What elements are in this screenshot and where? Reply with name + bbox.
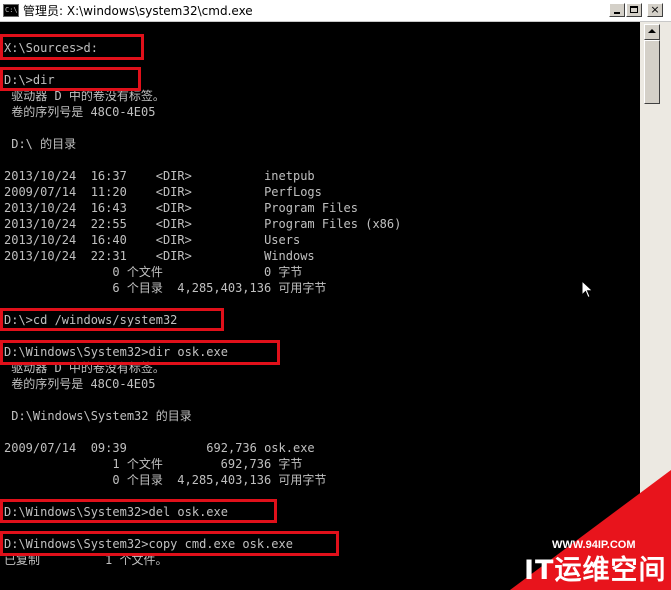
highlight-box: [0, 34, 144, 60]
watermark-brand: IT运维空间: [524, 555, 667, 586]
console-line: 2009/07/14 11:20 <DIR> PerfLogs: [4, 185, 322, 199]
console-line: 2013/10/24 22:55 <DIR> Program Files (x8…: [4, 217, 402, 231]
highlight-box: [0, 499, 277, 523]
close-icon: ×: [650, 3, 660, 16]
title-bar[interactable]: C:\ 管理员: X:\windows\system32\cmd.exe ×: [0, 0, 671, 22]
arrow-up-icon: [648, 29, 656, 33]
console-line: D:\ 的目录: [4, 137, 77, 151]
console-line: 0 个目录 4,285,403,136 可用字节: [4, 473, 327, 487]
highlight-box: [0, 531, 339, 556]
console-line: 2013/10/24 16:43 <DIR> Program Files: [4, 201, 359, 215]
console-line: 2013/10/24 16:40 <DIR> Users: [4, 233, 301, 247]
minimize-icon: [614, 12, 620, 14]
site-watermark: WWW.94IP.COM IT运维空间: [510, 470, 671, 590]
close-button[interactable]: ×: [647, 3, 663, 17]
scroll-thumb[interactable]: [644, 40, 660, 104]
console-line: 2009/07/14 09:39 692,736 osk.exe: [4, 441, 315, 455]
highlight-box: [0, 308, 224, 331]
mouse-pointer-icon: [581, 280, 594, 299]
scroll-up-button[interactable]: [644, 24, 660, 40]
console-line: 卷的序列号是 48C0-4E05: [4, 105, 156, 119]
console-line: 6 个目录 4,285,403,136 可用字节: [4, 281, 327, 295]
highlight-box: [0, 340, 280, 365]
minimize-button[interactable]: [609, 3, 625, 17]
console-line: 2013/10/24 22:31 <DIR> Windows: [4, 249, 315, 263]
highlight-box: [0, 67, 141, 91]
cmd-window: C:\ 管理员: X:\windows\system32\cmd.exe × X…: [0, 0, 671, 590]
maximize-icon: [630, 6, 638, 13]
window-title: 管理员: X:\windows\system32\cmd.exe: [23, 4, 253, 18]
console-line: 2013/10/24 16:37 <DIR> inetpub: [4, 169, 315, 183]
console-line: 卷的序列号是 48C0-4E05: [4, 377, 156, 391]
console-line: 1 个文件 692,736 字节: [4, 457, 303, 471]
console-line: D:\Windows\System32 的目录: [4, 409, 192, 423]
console-line: 0 个文件 0 字节: [4, 265, 303, 279]
watermark-url: WWW.94IP.COM: [552, 539, 636, 551]
maximize-button[interactable]: [626, 3, 642, 17]
cmd-icon: C:\: [3, 4, 19, 17]
